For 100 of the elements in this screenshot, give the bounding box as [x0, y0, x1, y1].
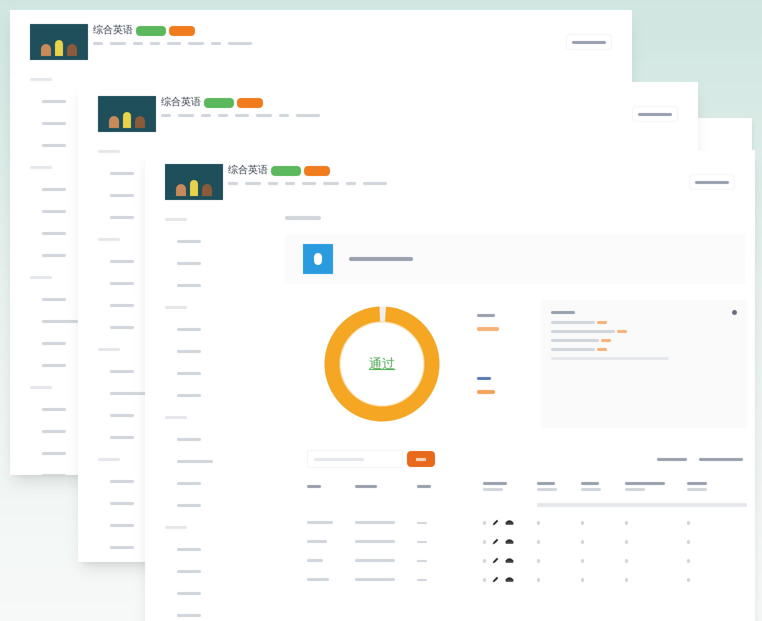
blurred-text — [307, 559, 323, 562]
blurred-text — [42, 210, 66, 213]
blurred-text — [42, 122, 66, 125]
blurred-text — [110, 172, 134, 175]
blurred-text — [687, 520, 690, 524]
blurred-text — [551, 321, 595, 324]
blurred-text — [477, 314, 495, 317]
blurred-text — [110, 260, 134, 263]
header-button[interactable] — [566, 34, 612, 50]
header-button[interactable] — [632, 106, 678, 122]
status-tag — [169, 26, 195, 36]
blurred-text — [42, 320, 78, 323]
blurred-text — [167, 42, 181, 45]
course-title: 综合英语 — [228, 166, 268, 176]
blurred-text — [228, 182, 238, 185]
blurred-text — [581, 540, 584, 544]
search-button[interactable] — [407, 451, 435, 467]
blurred-text — [477, 377, 491, 380]
blurred-text — [42, 232, 66, 235]
blurred-text — [581, 558, 584, 562]
pencil-icon[interactable] — [492, 557, 499, 564]
blurred-text — [177, 350, 201, 353]
blurred-text — [551, 348, 595, 351]
blurred-text — [537, 540, 540, 544]
blurred-text — [657, 458, 687, 460]
blurred-text — [483, 578, 486, 582]
blurred-text — [42, 298, 66, 301]
blurred-text — [537, 488, 557, 491]
blurred-text — [537, 520, 540, 524]
blurred-text — [581, 520, 584, 524]
blurred-text — [42, 188, 66, 191]
photo-placeholder — [165, 164, 223, 200]
blurred-text — [177, 284, 201, 287]
blurred-text — [363, 182, 387, 185]
blurred-text — [177, 548, 201, 551]
blurred-text — [483, 540, 486, 544]
blurred-text — [177, 438, 201, 441]
blurred-text — [625, 488, 645, 491]
blurred-text — [110, 326, 134, 329]
blurred-text — [477, 327, 499, 331]
blurred-text — [537, 482, 555, 485]
blurred-text — [638, 112, 672, 116]
blurred-text — [307, 485, 321, 488]
course-title: 综合英语 — [161, 98, 201, 108]
blurred-text — [245, 182, 261, 185]
blurred-text — [42, 100, 66, 103]
pencil-icon[interactable] — [492, 576, 499, 583]
blurred-text — [687, 540, 690, 544]
blurred-text — [307, 540, 327, 543]
blurred-text — [110, 524, 134, 527]
blurred-text — [285, 216, 321, 220]
blurred-text — [110, 216, 134, 219]
header-button[interactable] — [689, 174, 735, 190]
blurred-text — [296, 114, 320, 117]
photo-placeholder — [98, 96, 156, 132]
blurred-text — [110, 502, 134, 505]
blurred-text — [477, 390, 495, 394]
blurred-text — [228, 42, 252, 45]
blurred-text — [323, 182, 339, 185]
blurred-text — [42, 364, 66, 367]
blurred-text — [42, 452, 66, 455]
blurred-text — [110, 194, 134, 197]
blurred-text — [279, 114, 289, 117]
blurred-text — [625, 558, 628, 562]
blurred-text — [211, 42, 221, 45]
blurred-text — [699, 458, 743, 460]
info-icon[interactable] — [732, 310, 737, 315]
photo-placeholder — [30, 24, 88, 60]
blurred-text — [483, 488, 503, 491]
blurred-text — [161, 114, 171, 117]
blurred-text — [307, 521, 333, 524]
blurred-text — [177, 328, 201, 331]
blurred-text — [177, 372, 201, 375]
blurred-text — [483, 520, 486, 524]
blurred-text — [42, 144, 66, 147]
blurred-text — [687, 488, 707, 491]
status-tag — [237, 98, 263, 108]
blurred-text — [110, 546, 134, 549]
blurred-text — [110, 414, 134, 417]
blurred-text — [93, 42, 103, 45]
blurred-text — [188, 42, 204, 45]
blurred-text — [110, 282, 134, 285]
blurred-text — [355, 485, 377, 488]
blurred-text — [177, 482, 201, 485]
blurred-text — [42, 408, 66, 411]
blurred-text — [178, 114, 194, 117]
blurred-text — [346, 182, 356, 185]
status-tag — [271, 166, 301, 176]
status-tag — [204, 98, 234, 108]
blurred-text — [110, 480, 134, 483]
pencil-icon[interactable] — [492, 519, 499, 526]
blurred-text — [551, 339, 599, 342]
search-field[interactable] — [307, 450, 403, 468]
blurred-text — [625, 540, 628, 544]
blurred-text — [177, 614, 201, 617]
blurred-text — [572, 40, 606, 44]
blurred-text — [110, 42, 126, 45]
blurred-text — [581, 488, 601, 491]
blurred-text — [625, 482, 665, 485]
blurred-text — [355, 578, 395, 581]
